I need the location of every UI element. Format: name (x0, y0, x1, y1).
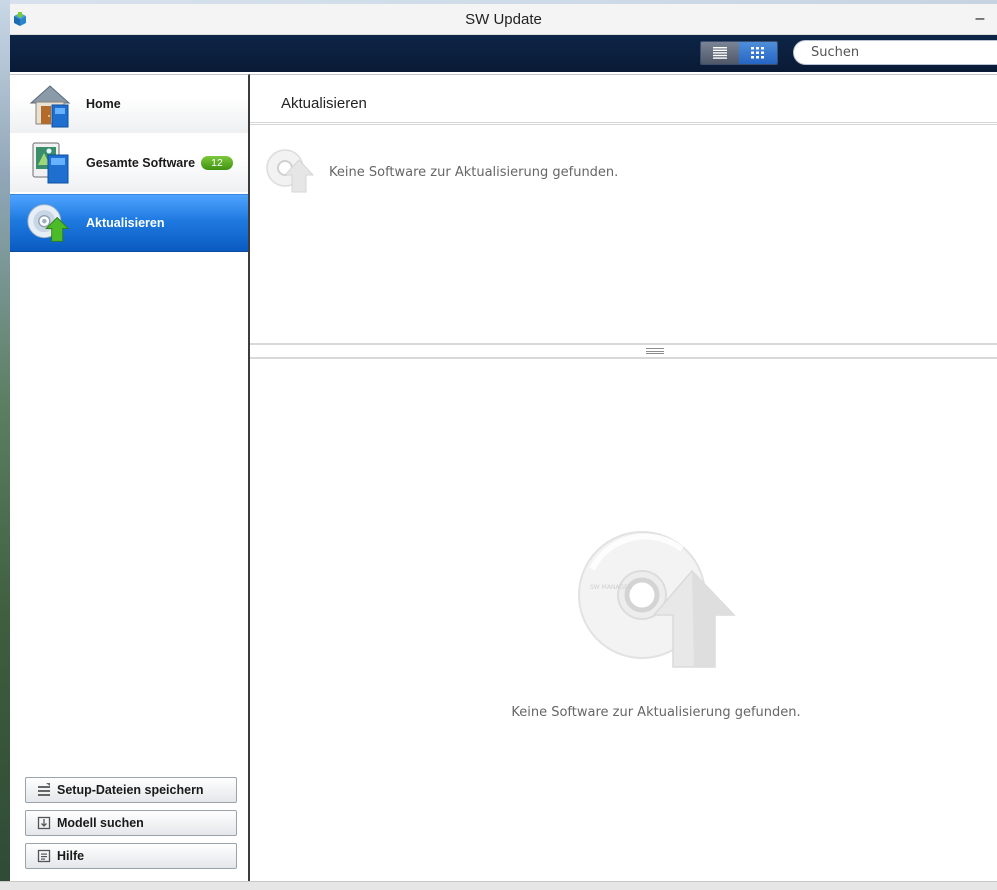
count-badge: 12 (201, 156, 233, 170)
save-setup-files-label: Setup-Dateien speichern (57, 783, 204, 797)
disc-label: SW MANAGER (590, 584, 632, 591)
help-icon (37, 849, 51, 863)
save-files-icon (38, 783, 50, 796)
software-icon (32, 142, 69, 184)
save-setup-files-button[interactable]: Setup-Dateien speichern (25, 777, 237, 803)
page-title: Aktualisieren (281, 95, 367, 112)
window-bottom-edge (0, 881, 997, 890)
update-list-pane: Keine Software zur Aktualisierung gefund… (250, 129, 997, 343)
content-header: Aktualisieren (250, 75, 997, 125)
update-disc-icon (27, 204, 70, 242)
model-search-icon (37, 816, 51, 830)
sidebar-item-label: Aktualisieren (86, 216, 165, 230)
model-search-label: Modell suchen (57, 816, 144, 830)
search-box (793, 40, 997, 65)
desktop-background-edge (0, 0, 10, 890)
empty-list-message: Keine Software zur Aktualisierung gefund… (329, 165, 619, 180)
empty-update-icon (266, 149, 315, 193)
sidebar-item-update[interactable]: Aktualisieren (10, 194, 248, 252)
sidebar-item-home[interactable]: Home (10, 75, 248, 133)
splitter-grip-icon (646, 348, 664, 354)
title-bar: SW Update – (10, 4, 997, 35)
empty-update-large-icon: SW MANAGER (578, 531, 736, 668)
view-toggle (700, 41, 778, 65)
help-label: Hilfe (57, 849, 85, 863)
model-search-button[interactable]: Modell suchen (25, 810, 237, 836)
window-title: SW Update (465, 11, 542, 28)
sidebar-item-label: Home (86, 97, 121, 111)
search-input[interactable] (794, 41, 997, 64)
pane-splitter[interactable] (250, 343, 997, 359)
grid-icon (751, 47, 764, 59)
grid-view-button[interactable] (739, 42, 777, 64)
sidebar-item-all-software[interactable]: Gesamte Software 12 (10, 134, 248, 192)
empty-detail-message: Keine Software zur Aktualisierung gefund… (511, 705, 801, 720)
list-icon (713, 47, 727, 59)
help-button[interactable]: Hilfe (25, 843, 237, 869)
home-icon (29, 85, 71, 128)
app-window: SW Update – Suchen Home Gesamte Software… (10, 4, 997, 890)
update-detail-pane: SW MANAGER Keine Software zur Aktualisie… (250, 359, 997, 890)
list-view-button[interactable] (701, 42, 739, 64)
toolbar (10, 35, 997, 72)
sidebar: Home Gesamte Software 12 Aktualisieren S… (10, 74, 250, 890)
minimize-button[interactable]: – (971, 8, 989, 30)
sidebar-item-label: Gesamte Software (86, 156, 196, 170)
main-content: Aktualisieren Keine Software zur Aktuali… (250, 74, 997, 890)
